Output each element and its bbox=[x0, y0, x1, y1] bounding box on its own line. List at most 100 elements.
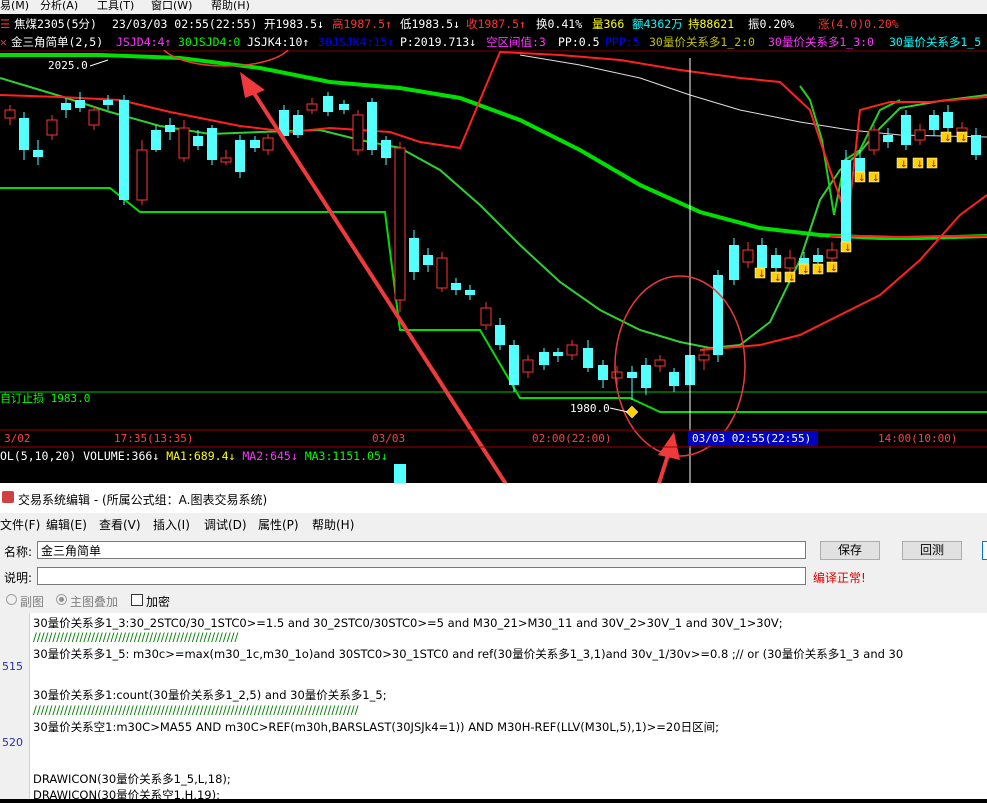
backtest-button[interactable]: 回测 bbox=[902, 541, 962, 560]
candle-body bbox=[4, 109, 16, 119]
ma-red-lower bbox=[830, 235, 987, 239]
name-input[interactable]: 金三角简单 bbox=[37, 541, 806, 559]
price-label-high: 2025.0 bbox=[48, 59, 88, 72]
candle-body bbox=[423, 255, 433, 265]
editor-menubar: 文件(F) 编辑(E) 查看(V) 插入(I) 调试(D) 属性(P) 帮助(H… bbox=[0, 515, 987, 533]
menu-item-analysis[interactable]: 分析(A) bbox=[40, 0, 78, 13]
indicator-value-30jsjd4: 30JSJD4:0 bbox=[178, 35, 241, 49]
candle-body bbox=[771, 255, 781, 268]
candle-body bbox=[193, 136, 203, 146]
code-line: 30量价关系多1_3:30_2STC0/30_1STC0>=1.5 and 30… bbox=[33, 616, 783, 630]
candle-body bbox=[627, 372, 637, 378]
encrypt-checkbox[interactable] bbox=[131, 594, 143, 606]
indicator-value-pp: PP:0.5 bbox=[558, 35, 600, 49]
indicator-value-30jsjk4: 30JSJK4:15↑ bbox=[318, 35, 395, 49]
sell-signal-glyph: ↓ bbox=[816, 266, 824, 276]
high-value: 高1987.5↑ bbox=[332, 17, 392, 31]
menu-item-tools[interactable]: 工具(T) bbox=[97, 0, 134, 13]
menu-item-system[interactable]: 易(M) bbox=[0, 0, 29, 13]
description-input[interactable] bbox=[37, 567, 806, 585]
candle-body bbox=[654, 359, 666, 367]
editor-menu-properties[interactable]: 属性(P) bbox=[258, 516, 299, 533]
description-label: 说明: bbox=[4, 571, 33, 585]
formula-editor-window: 交易系统编辑 - (所属公式组：A.图表交易系统) 文件(F) 编辑(E) 查看… bbox=[0, 483, 987, 802]
candle-body bbox=[539, 352, 549, 365]
sell-signal-glyph: ↓ bbox=[960, 134, 968, 144]
editor-menu-debug[interactable]: 调试(D) bbox=[204, 516, 247, 533]
indicator-close-icon[interactable]: ✕ bbox=[0, 34, 7, 51]
save-button[interactable]: 保存 bbox=[820, 541, 880, 560]
amplitude-value: 振0.20% bbox=[748, 17, 795, 31]
code-editor[interactable]: 515 520 30量价关系多1_3:30_2STC0/30_1STC0>=1.… bbox=[0, 613, 987, 802]
candle-body bbox=[566, 344, 578, 356]
hold-value: 持88621 bbox=[688, 17, 735, 31]
annotation-ellipse-bottom bbox=[614, 275, 746, 457]
candle-body bbox=[103, 100, 113, 105]
open-value: 开1983.5↓ bbox=[264, 17, 324, 31]
editor-menu-edit[interactable]: 编辑(E) bbox=[46, 516, 87, 533]
candle-body bbox=[207, 128, 217, 160]
editor-menu-view[interactable]: 查看(V) bbox=[99, 516, 141, 533]
amount-value: 额4362万 bbox=[632, 17, 683, 31]
editor-menu-file[interactable]: 文件(F) bbox=[0, 516, 40, 533]
price-chart[interactable]: ↓ ↓ ↓ ↓ ↓ ↓ ↓ ↓ ↓ ↓ ↓ ↓ ↓ ↓ 2025.0 1980.0 自订止损 1983.0… bbox=[0, 50, 987, 483]
candle-body bbox=[841, 160, 851, 245]
candle-body bbox=[250, 140, 260, 148]
close-value: 收1987.5↑ bbox=[466, 17, 526, 31]
stop-green-line bbox=[0, 187, 987, 413]
indicator-value-empty-range: 空区间值:3 bbox=[486, 35, 546, 49]
time-tick: 14:00(10:00) bbox=[878, 432, 957, 445]
sell-signal-glyph: ↓ bbox=[944, 134, 952, 144]
radio-main-overlay-label: 主图叠加 bbox=[70, 595, 119, 609]
candle-body bbox=[151, 130, 161, 150]
indicator-bar: ✕ 金三角简单(2,5) JSJD4:4↑ 30JSJD4:0 JSJK4:10… bbox=[0, 34, 987, 51]
indicator-value-p: P:2019.713↓ bbox=[400, 35, 477, 49]
volume-ma2: MA2:645↓ bbox=[242, 449, 298, 463]
candle-body bbox=[901, 115, 911, 145]
indicator-name: 金三角简单(2,5) bbox=[11, 35, 104, 49]
extra-button[interactable] bbox=[982, 541, 987, 560]
candle-body bbox=[306, 103, 318, 111]
radio-sub-chart[interactable] bbox=[6, 594, 17, 605]
candle-body bbox=[757, 245, 767, 268]
candle-body bbox=[914, 129, 926, 141]
candle-body bbox=[495, 325, 505, 345]
candle-body bbox=[583, 348, 593, 368]
candle-body bbox=[235, 140, 245, 172]
volume-ma3: MA3:1151.05↓ bbox=[304, 449, 388, 463]
menu-item-window[interactable]: 窗口(W) bbox=[151, 0, 192, 13]
time-tick: 17:35(13:35) bbox=[114, 432, 193, 445]
radio-main-overlay[interactable] bbox=[56, 594, 67, 605]
ma-green-thick-line bbox=[0, 53, 987, 240]
editor-menu-insert[interactable]: 插入(I) bbox=[153, 516, 190, 533]
candle-body bbox=[480, 307, 492, 326]
sell-signal-glyph: ↓ bbox=[758, 270, 766, 280]
menu-item-help[interactable]: 帮助(H) bbox=[211, 0, 250, 13]
candle-body bbox=[262, 137, 274, 151]
candle-body bbox=[813, 255, 823, 262]
candle-body bbox=[698, 354, 710, 361]
candle-body bbox=[339, 104, 349, 110]
candle-body bbox=[436, 257, 448, 289]
sell-signal-glyph: ↓ bbox=[830, 264, 838, 274]
editor-menu-help[interactable]: 帮助(H) bbox=[312, 516, 354, 533]
line-number: 515 bbox=[2, 660, 23, 673]
candle-body bbox=[971, 135, 981, 155]
candle-body bbox=[611, 371, 623, 379]
line-number: 520 bbox=[2, 736, 23, 749]
sell-signal-glyph: ↓ bbox=[872, 174, 880, 184]
candle-body bbox=[352, 114, 364, 151]
candle-body bbox=[165, 125, 175, 132]
datetime-label: 23/03/03 02:55(22:55) bbox=[112, 17, 258, 31]
sell-signal-glyph: ↓ bbox=[844, 244, 852, 254]
name-label: 名称: bbox=[4, 545, 33, 559]
code-line: 30量价关系多1_5: m30c>=max(m30_1c,m30_1o)and … bbox=[33, 647, 904, 661]
menu-icon[interactable]: ☰ bbox=[0, 16, 10, 33]
annotation-arrows bbox=[240, 72, 680, 483]
candle-body bbox=[19, 118, 29, 150]
volume-value: 量366 bbox=[592, 17, 625, 31]
candle-body bbox=[883, 135, 893, 142]
volume-name: OL(5,10,20) VOLUME:366↓ bbox=[0, 449, 160, 463]
ma-white-line bbox=[519, 54, 987, 138]
candle-body bbox=[509, 345, 519, 385]
